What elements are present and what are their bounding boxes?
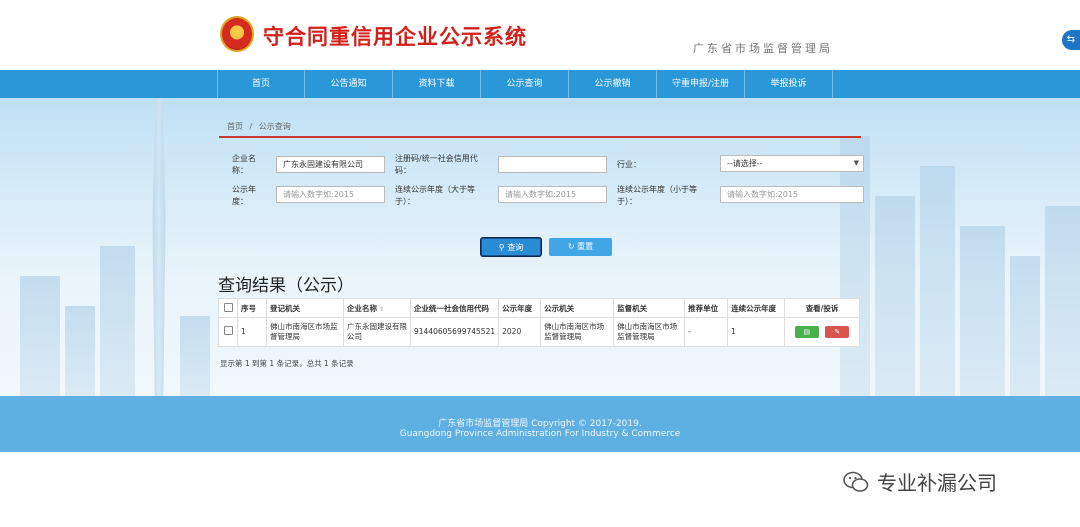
col-sup-authority[interactable]: 监督机关 bbox=[613, 298, 686, 318]
col-index[interactable]: 序号 bbox=[237, 298, 267, 318]
cell-reg-authority: 佛山市南海区市场监督管理局 bbox=[266, 317, 344, 347]
complaint-button[interactable]: ✎ bbox=[825, 326, 850, 338]
consecutive-lte-input[interactable]: 请输入数字如:2015 bbox=[720, 186, 864, 203]
col-actions: 查看/投诉 bbox=[784, 298, 860, 318]
col-reg-authority[interactable]: 登记机关 bbox=[266, 298, 344, 318]
building-shape bbox=[180, 316, 210, 396]
national-emblem-icon bbox=[220, 16, 254, 52]
industry-select-value: --请选择-- bbox=[727, 159, 763, 168]
col-year[interactable]: 公示年度 bbox=[498, 298, 542, 318]
select-all-cell bbox=[218, 298, 238, 318]
refresh-icon: ↻ bbox=[567, 242, 575, 251]
consecutive-gte-label: 连续公示年度（大于等于）： bbox=[395, 185, 475, 206]
nav-item-notices[interactable]: 公告通知 bbox=[305, 70, 393, 98]
building-shape bbox=[1010, 256, 1040, 396]
query-panel: 首页 / 公示查询 企业名称： 广东永固建设有限公司 注册码/统一社会信用代码：… bbox=[218, 112, 864, 378]
col-company-label: 企业名称 bbox=[347, 303, 377, 313]
results-title: 查询结果（公示） bbox=[218, 276, 354, 296]
chevron-down-icon: ▼ bbox=[853, 159, 859, 167]
wechat-watermark: 专业补漏公司 bbox=[843, 467, 997, 496]
pagination-info: 显示第 1 到第 1 条记录，总共 1 条记录 bbox=[220, 359, 354, 368]
cell-recommender: - bbox=[684, 317, 729, 347]
cell-year: 2020 bbox=[498, 317, 542, 347]
cell-sup-authority: 佛山市南海区市场监督管理局 bbox=[613, 317, 686, 347]
company-name-label: 企业名称： bbox=[232, 154, 256, 175]
col-recommender[interactable]: 推荐单位 bbox=[684, 298, 729, 318]
side-widget-icon[interactable]: ⇆ bbox=[1062, 30, 1080, 50]
search-icon: ⚲ bbox=[498, 243, 505, 252]
row-checkbox[interactable] bbox=[223, 326, 233, 335]
building-shape bbox=[65, 306, 95, 396]
nav-item-report[interactable]: 举报投诉 bbox=[745, 70, 833, 98]
nav-item-public-query[interactable]: 公示查询 bbox=[481, 70, 569, 98]
canton-tower-image bbox=[152, 98, 166, 396]
building-shape bbox=[1045, 206, 1080, 396]
query-button[interactable]: ⚲ 查询 bbox=[481, 238, 541, 256]
select-all-checkbox[interactable] bbox=[223, 302, 233, 312]
wechat-icon bbox=[843, 471, 869, 492]
building-shape bbox=[20, 276, 60, 396]
cell-company: 广东永固建设有限公司 bbox=[343, 317, 411, 347]
building-shape bbox=[875, 196, 915, 396]
col-pub-authority[interactable]: 公示机关 bbox=[540, 298, 615, 318]
col-company[interactable]: 企业名称 ⇕ bbox=[343, 298, 411, 318]
section-divider bbox=[219, 136, 861, 138]
cell-index: 1 bbox=[237, 317, 267, 347]
footer-copyright: 广东省市场监督管理局 Copyright © 2017-2019. bbox=[438, 419, 642, 429]
table-row: 1 佛山市南海区市场监督管理局 广东永固建设有限公司 9144060569974… bbox=[218, 317, 860, 347]
breadcrumb-current: 公示查询 bbox=[258, 122, 291, 131]
site-header: 守合同重信用企业公示系统 广东省市场监督管理局 ⇆ bbox=[0, 0, 1080, 70]
year-label: 公示年度： bbox=[232, 185, 256, 206]
breadcrumb: 首页 / 公示查询 bbox=[227, 121, 291, 132]
file-icon: ▤ bbox=[803, 328, 811, 336]
site-title: 守合同重信用企业公示系统 bbox=[263, 24, 527, 49]
industry-select[interactable]: --请选择-- ▼ bbox=[720, 155, 864, 172]
main-nav-bar: 首页 公告通知 资料下载 公示查询 公示撤销 守重申报/注册 举报投诉 bbox=[0, 70, 1080, 98]
footer-english-name: Guangdong Province Administration For In… bbox=[399, 429, 681, 439]
cell-pub-authority: 佛山市南海区市场监督管理局 bbox=[540, 317, 615, 347]
building-shape bbox=[920, 166, 955, 396]
col-credit-code[interactable]: 企业统一社会信用代码 bbox=[409, 298, 500, 318]
breadcrumb-home-link[interactable]: 首页 bbox=[227, 122, 243, 131]
building-shape bbox=[960, 226, 1005, 396]
reg-no-input[interactable] bbox=[498, 156, 607, 173]
view-button[interactable]: ▤ bbox=[794, 326, 819, 338]
watermark-text: 专业补漏公司 bbox=[877, 471, 997, 495]
breadcrumb-separator: / bbox=[249, 122, 253, 131]
consecutive-gte-input[interactable]: 请输入数字如:2015 bbox=[498, 186, 607, 203]
nav-item-revocation[interactable]: 公示撤销 bbox=[569, 70, 657, 98]
site-footer: 广东省市场监督管理局 Copyright © 2017-2019. Guangd… bbox=[0, 396, 1080, 452]
row-select-cell bbox=[218, 317, 238, 347]
edit-icon: ✎ bbox=[834, 328, 841, 336]
company-name-input[interactable]: 广东永固建设有限公司 bbox=[276, 156, 385, 173]
query-button-label: 查询 bbox=[507, 243, 524, 252]
col-consecutive[interactable]: 连续公示年度 bbox=[727, 298, 786, 318]
reset-button[interactable]: ↻ 重置 bbox=[549, 238, 612, 256]
nav-item-apply-register[interactable]: 守重申报/注册 bbox=[657, 70, 745, 98]
consecutive-lte-label: 连续公示年度（小于等于）： bbox=[617, 185, 697, 206]
cell-credit-code: 91440605699745521 bbox=[409, 317, 500, 347]
reset-button-label: 重置 bbox=[577, 242, 594, 251]
industry-label: 行业： bbox=[617, 160, 641, 169]
cell-consecutive: 1 bbox=[727, 317, 786, 347]
building-shape bbox=[100, 246, 135, 396]
nav-item-downloads[interactable]: 资料下载 bbox=[393, 70, 481, 98]
results-table: 序号 登记机关 企业名称 ⇕ 企业统一社会信用代码 公示年度 公示机关 监督机关 … bbox=[218, 298, 860, 347]
sort-icon: ⇕ bbox=[379, 305, 385, 313]
reg-no-label: 注册码/统一社会信用代码： bbox=[395, 154, 478, 175]
table-header-row: 序号 登记机关 企业名称 ⇕ 企业统一社会信用代码 公示年度 公示机关 监督机关 … bbox=[218, 298, 860, 318]
agency-name: 广东省市场监督管理局 bbox=[693, 42, 833, 55]
year-input[interactable]: 请输入数字如:2015 bbox=[276, 186, 385, 203]
main-nav: 首页 公告通知 资料下载 公示查询 公示撤销 守重申报/注册 举报投诉 bbox=[217, 70, 833, 98]
cell-actions: ▤ ✎ bbox=[784, 317, 860, 347]
nav-item-home[interactable]: 首页 bbox=[217, 70, 305, 98]
